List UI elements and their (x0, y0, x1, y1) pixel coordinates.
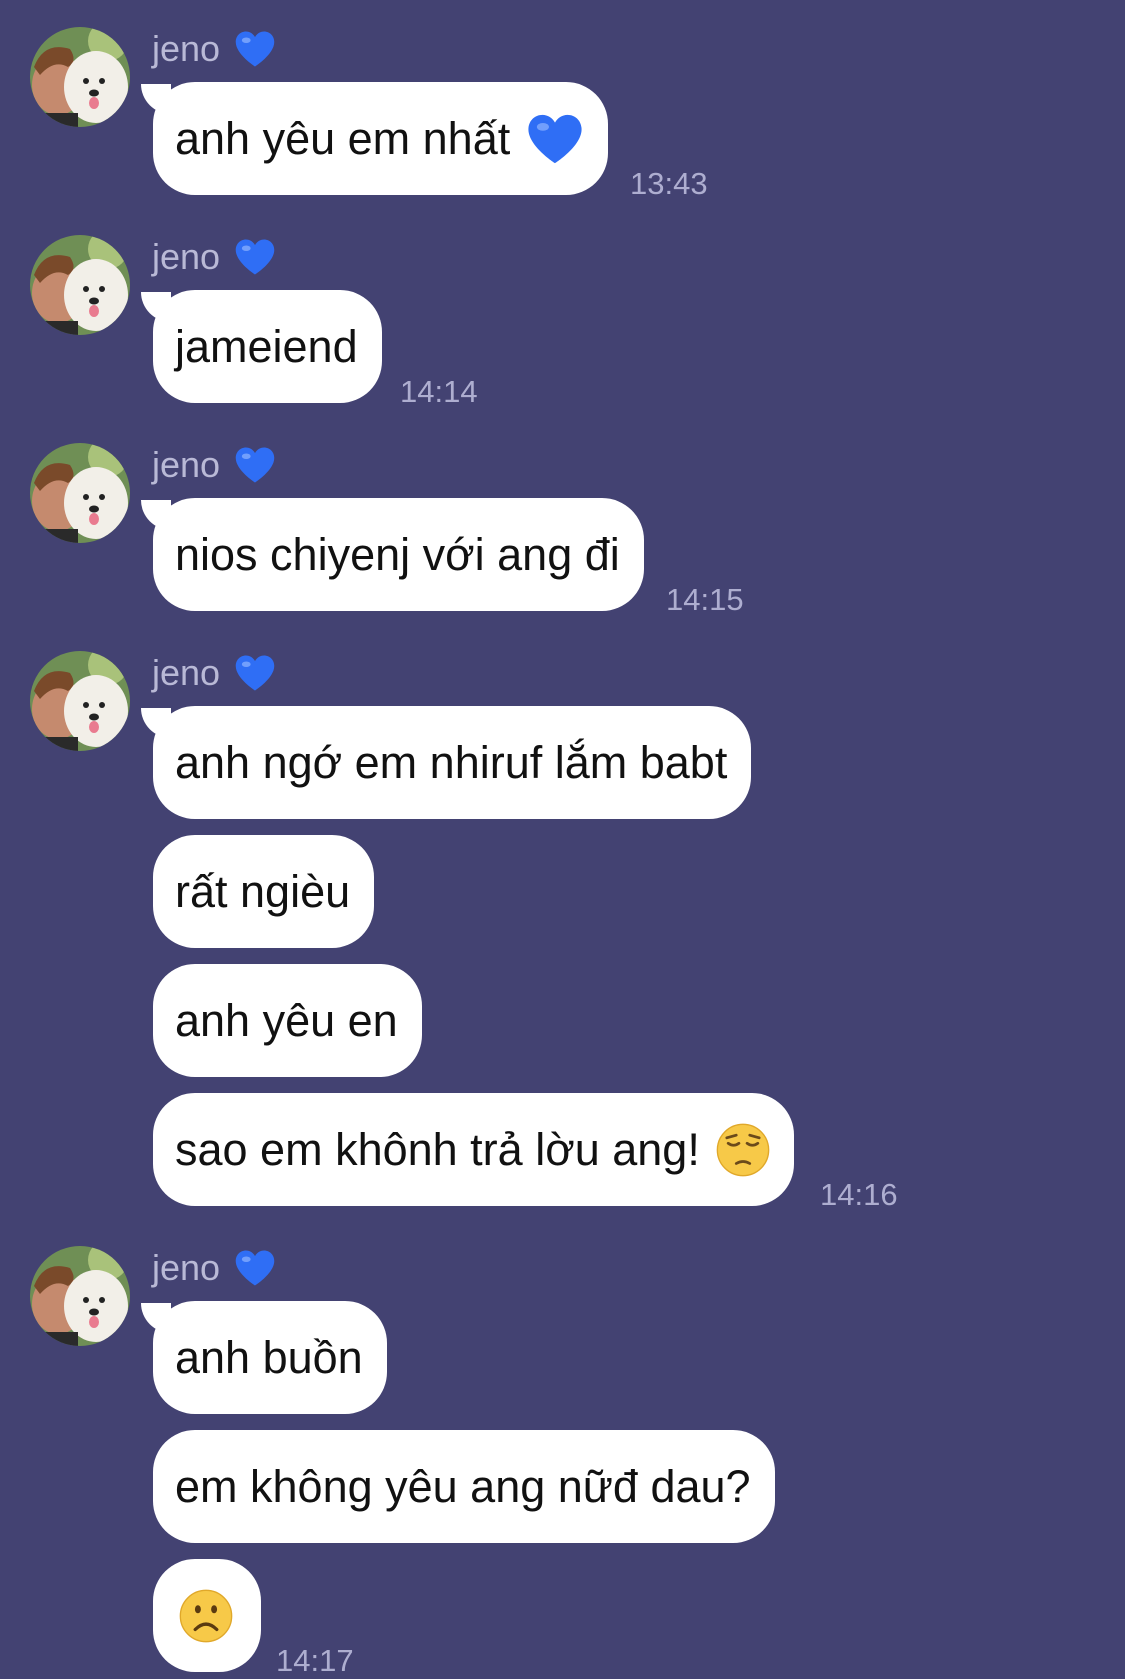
message-bubble[interactable] (153, 1559, 261, 1672)
message-text: anh buồn (175, 1331, 363, 1383)
message-bubble[interactable]: rất ngièu (153, 835, 375, 948)
sender-name-text: jeno (152, 652, 221, 693)
message-bubble[interactable]: anh yêu em nhất (140, 82, 609, 195)
sender-name: jeno (152, 647, 276, 699)
message-text: anh yêu em nhất (175, 112, 511, 164)
sender-name: jeno (152, 439, 276, 491)
sender-name-text: jeno (152, 28, 221, 69)
message-text: nios chiyenj với ang đi (175, 528, 620, 580)
message-bubble[interactable]: anh buồn (141, 1301, 387, 1414)
sender-name: jeno (152, 1242, 276, 1294)
message-text: rất ngièu (175, 865, 351, 917)
blue-heart-icon (234, 29, 276, 69)
message-bubble[interactable]: anh ngớ em nhiruf lắm babt (140, 706, 752, 819)
avatar[interactable] (30, 443, 130, 543)
message-bubble[interactable]: nios chiyenj với ang đi (141, 498, 644, 611)
chat-thread: jeno anh yêu em nhất 13:43 jeno jameiend… (0, 0, 1125, 1679)
avatar[interactable] (30, 235, 130, 335)
sender-name-text: jeno (152, 444, 221, 485)
pensive-face-icon (716, 1123, 770, 1177)
message-timestamp: 14:16 (820, 1177, 898, 1212)
blue-heart-icon (234, 445, 276, 485)
message-text: anh yêu en (175, 994, 398, 1046)
avatar[interactable] (30, 27, 130, 127)
message-timestamp: 14:17 (276, 1643, 354, 1678)
blue-heart-icon (234, 653, 276, 693)
message-timestamp: 14:14 (400, 374, 478, 409)
sender-name-text: jeno (152, 236, 221, 277)
blue-heart-icon (526, 112, 584, 166)
message-timestamp: 14:15 (666, 582, 744, 617)
message-bubble[interactable]: em không yêu ang nữđ dau? (153, 1430, 775, 1543)
message-text: anh ngớ em nhiruf lắm babt (175, 736, 728, 788)
message-bubble[interactable]: anh yêu en (153, 964, 422, 1077)
message-text: sao em khônh trả lờu ang! (175, 1123, 700, 1175)
message-text: jameiend (175, 320, 358, 372)
frowning-face-icon (179, 1589, 233, 1643)
message-text: em không yêu ang nữđ dau? (175, 1460, 751, 1512)
sender-name: jeno (152, 231, 276, 283)
blue-heart-icon (234, 237, 276, 277)
avatar[interactable] (30, 1246, 130, 1346)
sender-name-text: jeno (152, 1247, 221, 1288)
message-timestamp: 13:43 (630, 166, 708, 201)
message-bubble[interactable]: jameiend (141, 290, 382, 403)
blue-heart-icon (234, 1248, 276, 1288)
avatar[interactable] (30, 651, 130, 751)
message-bubble[interactable]: sao em khônh trả lờu ang! (153, 1093, 794, 1206)
sender-name: jeno (152, 23, 276, 75)
